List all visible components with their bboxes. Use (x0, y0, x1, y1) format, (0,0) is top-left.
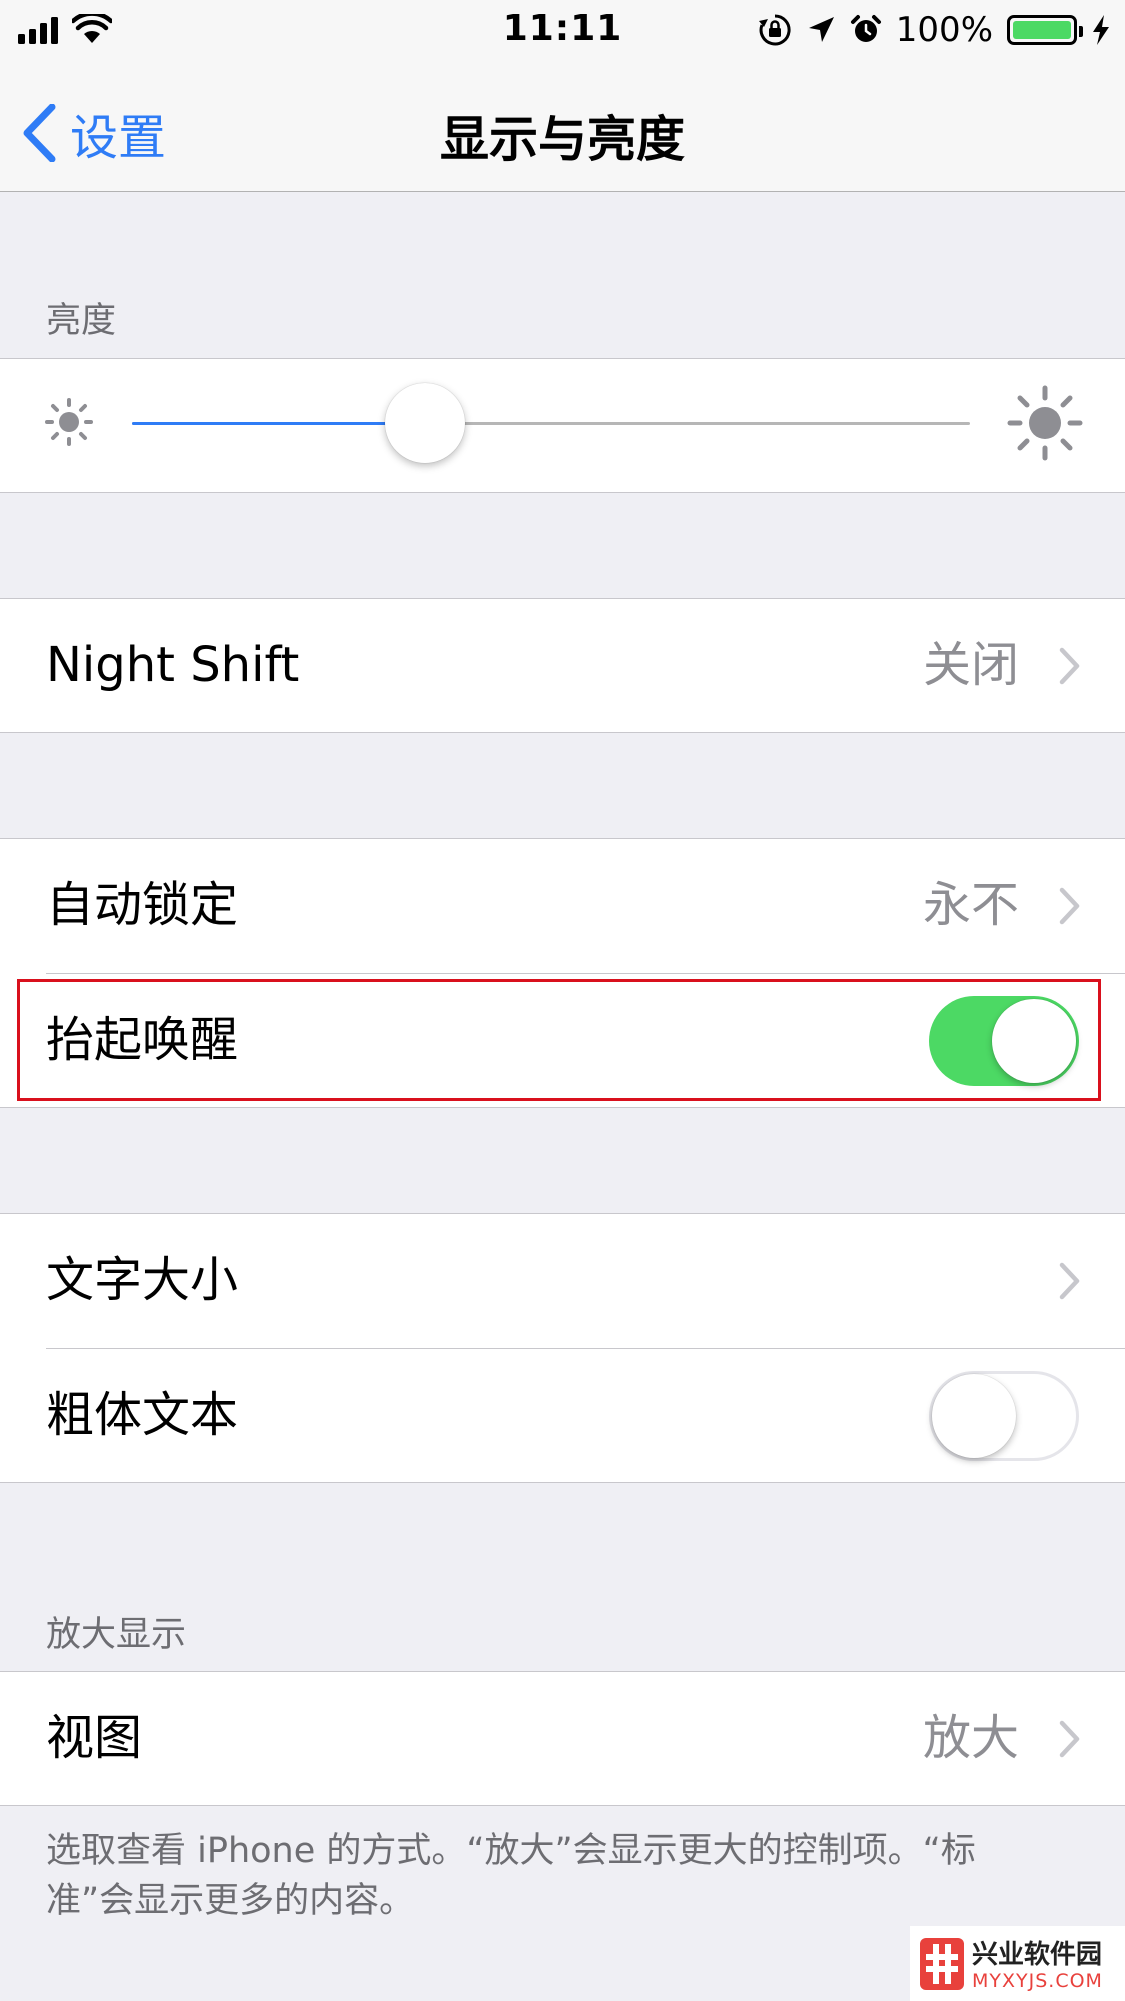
section-header-brightness: 亮度 (46, 301, 117, 341)
status-right: 100% (758, 10, 1111, 50)
charging-icon (1091, 14, 1111, 46)
brightness-group (0, 358, 1125, 493)
watermark-logo-icon (920, 1938, 964, 1990)
view-value: 放大 (922, 1710, 1019, 1766)
auto-lock-label: 自动锁定 (46, 877, 239, 933)
auto-lock-row[interactable]: 自动锁定 永不 (0, 839, 1125, 972)
status-bar: 11:11 100% (0, 0, 1125, 60)
display-zoom-footer: 选取查看 iPhone 的方式。“放大”会显示更大的控制项。“标准”会显示更多的… (46, 1831, 976, 1921)
battery-percent: 100% (895, 10, 993, 50)
raise-to-wake-row: 抬起唤醒 (0, 974, 1125, 1107)
night-shift-value: 关闭 (922, 637, 1019, 693)
watermark-title: 兴业软件园 (972, 1940, 1103, 1970)
orientation-lock-icon (758, 13, 792, 47)
bold-text-label: 粗体文本 (46, 1387, 239, 1443)
raise-to-wake-toggle[interactable] (929, 996, 1079, 1086)
battery-icon (1007, 15, 1083, 45)
auto-lock-value: 永不 (922, 877, 1019, 933)
battery-fill (1013, 21, 1071, 39)
night-shift-label: Night Shift (46, 637, 300, 693)
watermark-url: MYXYJS.COM (972, 1970, 1103, 1992)
night-shift-row[interactable]: Night Shift 关闭 (0, 599, 1125, 732)
toggle-knob (992, 999, 1076, 1083)
lock-group: 自动锁定 永不 抬起唤醒 (0, 838, 1125, 1108)
chevron-right-icon (1059, 1262, 1080, 1300)
sun-large-icon (1007, 385, 1083, 461)
alarm-icon (850, 14, 882, 46)
brightness-slider-fill (132, 422, 426, 425)
chevron-right-icon (1059, 887, 1080, 925)
chevron-right-icon (1059, 1720, 1080, 1758)
text-size-label: 文字大小 (46, 1252, 239, 1308)
brightness-slider-thumb[interactable] (385, 383, 466, 463)
sun-small-icon (45, 398, 93, 446)
toggle-knob (932, 1374, 1016, 1458)
night-shift-group: Night Shift 关闭 (0, 598, 1125, 733)
brightness-slider-track[interactable] (132, 422, 970, 425)
display-zoom-group: 视图 放大 (0, 1671, 1125, 1806)
chevron-right-icon (1059, 647, 1080, 685)
text-size-row[interactable]: 文字大小 (0, 1214, 1125, 1347)
navigation-bar: 设置 显示与亮度 (0, 60, 1125, 192)
bold-text-toggle[interactable] (929, 1371, 1079, 1461)
section-header-display-zoom: 放大显示 (46, 1615, 187, 1655)
location-icon (806, 15, 836, 45)
text-group: 文字大小 粗体文本 (0, 1213, 1125, 1483)
page-title: 显示与亮度 (439, 111, 685, 168)
raise-to-wake-label: 抬起唤醒 (46, 1012, 239, 1068)
view-row[interactable]: 视图 放大 (0, 1672, 1125, 1805)
view-label: 视图 (46, 1710, 143, 1766)
bold-text-row: 粗体文本 (0, 1349, 1125, 1482)
watermark: 兴业软件园 MYXYJS.COM (910, 1926, 1125, 2001)
